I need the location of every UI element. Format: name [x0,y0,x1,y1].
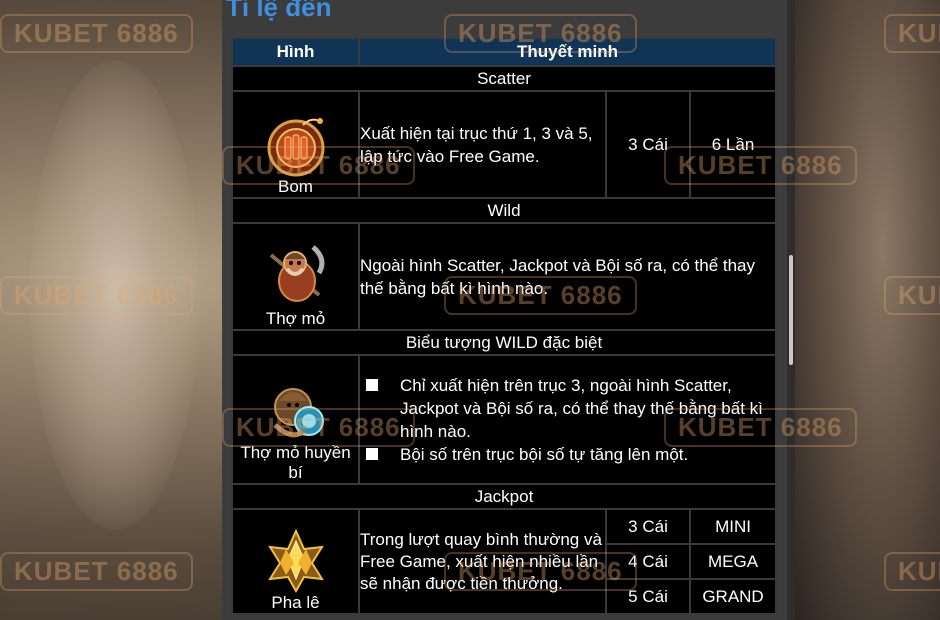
jackpot-count: 3 Cái [605,508,691,545]
section-label-scatter: Scatter [230,65,778,92]
jackpot-description: Trong lượt quay bình thường và Free Game… [358,508,607,615]
section-row-jackpot: Jackpot [230,483,778,510]
table-row-wild: Thợ mỏ Ngoài hình Scatter, Jackpot và Bộ… [231,222,778,331]
wild-description: Ngoài hình Scatter, Jackpot và Bội số ra… [357,222,778,331]
jackpot-tier: MEGA [688,543,778,580]
section-row-scatter: Scatter [230,65,778,92]
scatter-description: Xuất hiện tại trục thứ 1, 3 và 5, lập tứ… [358,90,607,199]
special-wild-item-text: Chỉ xuất hiện trên trục 3, ngoài hình Sc… [400,375,763,441]
special-wild-description: Chỉ xuất hiện trên trục 3, ngoài hình Sc… [357,354,778,485]
special-wild-item-text: Bội số trên trục bội số tự tăng lên một. [400,444,689,464]
square-bullet-icon [366,378,378,391]
jackpot-count: 4 Cái [605,543,691,580]
section-label-wild: Wild [230,197,778,224]
symbol-name-bomb: Bom [278,177,313,196]
background-right [795,0,940,620]
section-title: Tỉ lệ đền [226,0,332,22]
symbol-name-miner: Thợ mỏ [265,309,326,328]
header-image: Hình [231,37,360,67]
symbol-cell-miner: Thợ mỏ [231,222,360,331]
watermark: KUBET 6886 [0,552,193,591]
scrollbar-thumb[interactable] [789,255,793,365]
crystal-icon [267,528,324,593]
symbol-cell-mystic-miner: Thợ mỏ huyền bí [231,354,360,485]
header-row: Hình Thuyết minh [231,37,778,67]
list-item: Bội số trên trục bội số tự tăng lên một. [360,443,775,466]
symbol-name-crystal: Pha lê [271,593,320,612]
symbol-cell-bomb: Bom [231,90,360,199]
jackpot-count: 5 Cái [605,578,691,615]
bomb-icon [267,118,324,177]
table-row-jackpot: Pha lê Trong lượt quay bình thường và Fr… [231,508,778,615]
special-wild-list: Chỉ xuất hiện trên trục 3, ngoài hình Sc… [360,374,775,466]
section-row-wild: Wild [230,197,778,224]
jackpot-tier: MINI [688,508,778,545]
paytable: Hình Thuyết minh Scatter Bom Xuất hiện t… [230,37,778,615]
mystic-miner-icon [272,388,324,438]
square-bullet-icon [366,447,378,460]
table-row-scatter: Bom Xuất hiện tại trục thứ 1, 3 và 5, lậ… [231,90,778,199]
jackpot-tier: GRAND [688,578,778,615]
scatter-count: 3 Cái [605,90,691,199]
header-description: Thuyết minh [357,37,778,67]
list-item: Chỉ xuất hiện trên trục 3, ngoài hình Sc… [360,374,775,443]
section-row-special-wild: Biểu tượng WILD đặc biệt [230,329,778,356]
watermark: KUBET 6886 [0,14,193,53]
section-label-special-wild: Biểu tượng WILD đặc biệt [230,329,778,356]
symbol-name-mystic-miner: Thợ mỏ huyền bí [240,443,351,482]
miner-icon [269,245,324,302]
table-row-special-wild: Thợ mỏ huyền bí Chỉ xuất hiện trên trục … [231,354,778,485]
scrollbar[interactable] [787,0,795,620]
section-label-jackpot: Jackpot [230,483,778,510]
background-cave [30,60,200,530]
scatter-reward: 6 Lần [688,90,778,199]
symbol-cell-crystal: Pha lê [231,508,360,615]
